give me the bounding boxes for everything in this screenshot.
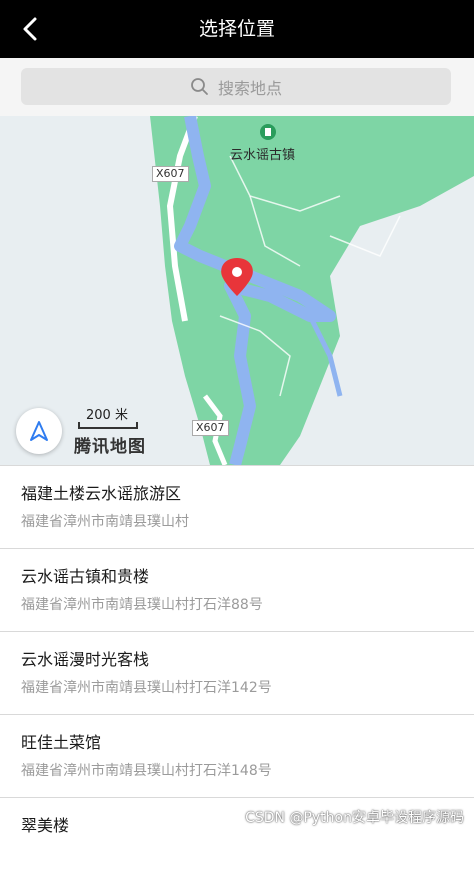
place-name: 福建土楼云水谣旅游区 xyxy=(21,484,182,503)
poi-label: 云水谣古镇 xyxy=(230,148,296,163)
search-input[interactable]: 搜索地点 xyxy=(21,68,451,105)
map-view[interactable]: 云水谣古镇 X607 X607 200 米 腾讯地图 xyxy=(0,116,474,465)
navigation-arrow-icon xyxy=(30,421,48,441)
search-bar-area: 搜索地点 xyxy=(0,58,474,116)
list-item[interactable]: 旺佳土菜馆 福建省漳州市南靖县璞山村打石洋148号 xyxy=(0,714,474,797)
place-name: 云水谣漫时光客栈 xyxy=(21,650,150,669)
search-icon xyxy=(191,77,208,95)
search-placeholder: 搜索地点 xyxy=(217,78,282,98)
map-logo: 腾讯地图 xyxy=(74,437,146,457)
locate-button[interactable] xyxy=(16,408,62,454)
place-name: 旺佳土菜馆 xyxy=(21,733,102,752)
top-nav-bar: 选择位置 xyxy=(0,0,474,58)
map-canvas xyxy=(0,116,474,465)
scale-label: 200 米 xyxy=(86,408,128,423)
place-address: 福建省漳州市南靖县璞山村 xyxy=(21,514,189,530)
list-item[interactable]: 云水谣古镇和贵楼 福建省漳州市南靖县璞山村打石洋88号 xyxy=(0,548,474,631)
road-badge-top: X607 xyxy=(152,166,189,182)
place-name: 翠美楼 xyxy=(21,816,70,835)
list-item[interactable]: 福建土楼云水谣旅游区 福建省漳州市南靖县璞山村 xyxy=(0,465,474,548)
place-address: 福建省漳州市南靖县璞山村打石洋88号 xyxy=(21,597,263,613)
scale-bar xyxy=(78,422,138,429)
place-address: 福建省漳州市南靖县璞山村打石洋142号 xyxy=(21,680,272,696)
watermark: CSDN @Python安卓毕设程序源码 xyxy=(245,810,464,826)
road-badge-bottom: X607 xyxy=(192,420,229,436)
list-item[interactable]: 云水谣漫时光客栈 福建省漳州市南靖县璞山村打石洋142号 xyxy=(0,631,474,714)
place-address: 福建省漳州市南靖县璞山村打石洋148号 xyxy=(21,763,272,779)
page-title: 选择位置 xyxy=(198,18,275,40)
place-name: 云水谣古镇和贵楼 xyxy=(21,567,150,586)
